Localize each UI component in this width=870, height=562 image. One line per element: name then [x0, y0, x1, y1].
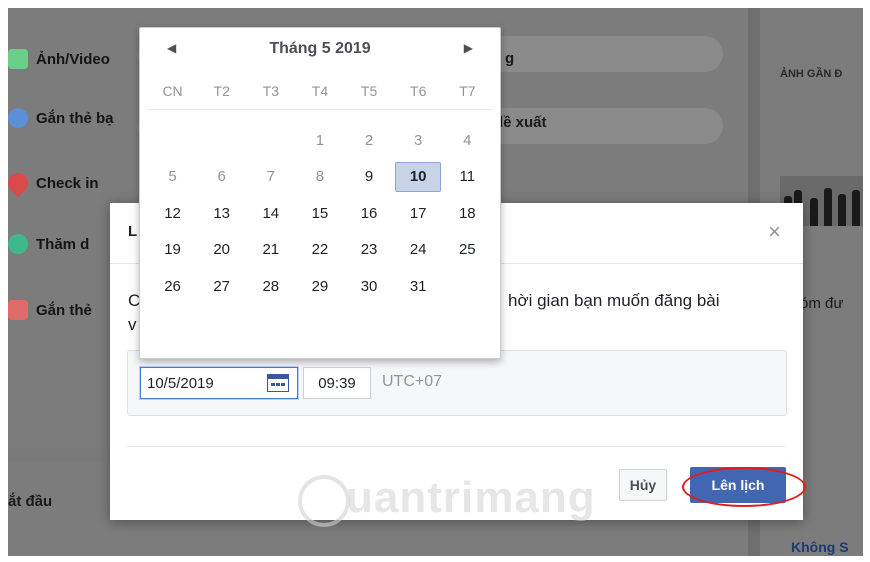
calendar-day[interactable]: 19: [148, 232, 197, 269]
calendar-day[interactable]: 16: [345, 195, 394, 232]
calendar-day[interactable]: 29: [295, 268, 344, 305]
calendar-day: 6: [217, 168, 226, 186]
date-picker-popup: ◀ Tháng 5 2019 ▶ CN T2 T3 T4 T5 T6 T7 12…: [139, 27, 501, 359]
cancel-button[interactable]: Hủy: [619, 469, 667, 501]
calendar-day[interactable]: 13: [197, 195, 246, 232]
calendar-icon[interactable]: [267, 374, 289, 392]
calendar-day[interactable]: 22: [295, 232, 344, 269]
calendar-week-row: 19 20 21 22 23 24 25: [148, 232, 492, 269]
close-icon[interactable]: ×: [768, 221, 781, 243]
calendar-day[interactable]: 31: [394, 268, 443, 305]
calendar-day[interactable]: 11: [443, 159, 492, 196]
date-value: 10/5/2019: [147, 374, 214, 392]
bottom-left-text: ắt đầu: [8, 493, 53, 510]
calendar-week-row: 12 13 14 15 16 17 18: [148, 195, 492, 232]
calendar-day[interactable]: 15: [295, 195, 344, 232]
composer-item-tag-event[interactable]: Gắn thẻ: [8, 300, 92, 320]
calendar-day: 3: [414, 131, 423, 149]
highlight-ring: [682, 467, 806, 507]
watermark-logo: [298, 475, 350, 527]
composer-item-checkin[interactable]: Check in: [8, 168, 99, 198]
calendar-day: 2: [364, 131, 374, 149]
photo-icon: [8, 49, 28, 69]
bottom-right-text: Không S: [791, 539, 849, 555]
calendar-empty-cell: [148, 122, 197, 159]
weekday-label: T7: [459, 83, 476, 99]
composer-item-label: Gắn thẻ: [36, 301, 92, 319]
calendar-day[interactable]: 20: [197, 232, 246, 269]
screenshot-frame: Ảnh/Video Gắn thẻ bạ Check in Thăm d Gắn…: [0, 0, 870, 562]
calendar-day[interactable]: 24: [394, 232, 443, 269]
calendar-week-row: 26 27 28 29 30 31: [148, 268, 492, 305]
composer-fragment: lề xuất: [499, 114, 547, 131]
calendar-day: 5: [168, 168, 177, 186]
calendar-day: 1: [315, 131, 325, 149]
right-fragment: óm đư: [800, 295, 844, 312]
calendar-empty-cell: [246, 122, 295, 159]
next-month-icon[interactable]: ▶: [464, 41, 473, 55]
weekday-label: CN: [162, 83, 183, 99]
timezone-label: UTC+07: [382, 373, 443, 390]
location-pin-icon: [8, 168, 33, 198]
composer-fragment: g: [505, 50, 515, 67]
composer-item-label: Thăm d: [36, 235, 90, 253]
calendar-day[interactable]: 25: [443, 232, 492, 269]
calendar-day[interactable]: 27: [197, 268, 246, 305]
calendar-day[interactable]: 30: [345, 268, 394, 305]
calendar-day: 8: [315, 168, 325, 186]
calendar-day[interactable]: 17: [394, 195, 443, 232]
footer-divider: [127, 446, 785, 447]
tag-people-icon: [8, 108, 28, 128]
weekday-label: T4: [311, 83, 329, 99]
calendar-nav: ◀ Tháng 5 2019 ▶: [140, 28, 500, 74]
calendar-day: 4: [463, 131, 472, 149]
weekday-header: CN T2 T3 T4 T5 T6 T7: [148, 83, 492, 110]
right-header: ẢNH GẦN Đ: [780, 68, 843, 80]
tag-event-icon: [8, 300, 28, 320]
day-grid: 1 2 3 4 5 6 7 8 9 10 11 12 13 14 15 16 17 18 19 20 21 22 23 24 2…: [148, 122, 492, 305]
calendar-empty-cell: [197, 122, 246, 159]
calendar-week-row: 1 2 3 4: [148, 122, 492, 159]
weekday-label: T6: [410, 83, 427, 99]
description-fragment: v: [128, 315, 137, 334]
composer-item-tag-people[interactable]: Gắn thẻ bạ: [8, 108, 114, 128]
calendar-day[interactable]: 28: [246, 268, 295, 305]
calendar-day[interactable]: 12: [148, 195, 197, 232]
calendar-week-row: 5 6 7 8 9 10 11: [148, 159, 492, 196]
calendar-day[interactable]: 18: [443, 195, 492, 232]
poll-icon: [8, 234, 28, 254]
composer-item-poll[interactable]: Thăm d: [8, 234, 89, 254]
weekday-label: T3: [262, 83, 279, 99]
weekday-label: T2: [213, 83, 230, 99]
watermark-text: uantrimang: [346, 473, 596, 522]
calendar-day[interactable]: 21: [246, 232, 295, 269]
calendar-day: 7: [266, 168, 275, 186]
composer-item-label: Ảnh/Video: [36, 50, 110, 68]
calendar-day[interactable]: 14: [246, 195, 295, 232]
calendar-day[interactable]: 26: [148, 268, 197, 305]
calendar-empty-cell: [443, 268, 492, 305]
time-field[interactable]: 09:39: [303, 367, 371, 399]
date-field[interactable]: 10/5/2019: [140, 367, 298, 399]
composer-item-label: Check in: [36, 174, 99, 192]
composer-item-photo[interactable]: Ảnh/Video: [8, 49, 110, 69]
composer-item-label: Gắn thẻ bạ: [36, 109, 114, 127]
calendar-day-selected[interactable]: 10: [394, 159, 443, 196]
calendar-day[interactable]: 9: [345, 159, 394, 196]
date-time-row: 10/5/2019 09:39 UTC+07: [127, 350, 787, 416]
weekday-label: T5: [360, 83, 378, 99]
calendar-day[interactable]: 23: [345, 232, 394, 269]
description-text: hời gian bạn muốn đăng bài: [508, 291, 720, 310]
month-label: Tháng 5 2019: [269, 40, 371, 57]
dialog-title: L: [128, 223, 138, 240]
